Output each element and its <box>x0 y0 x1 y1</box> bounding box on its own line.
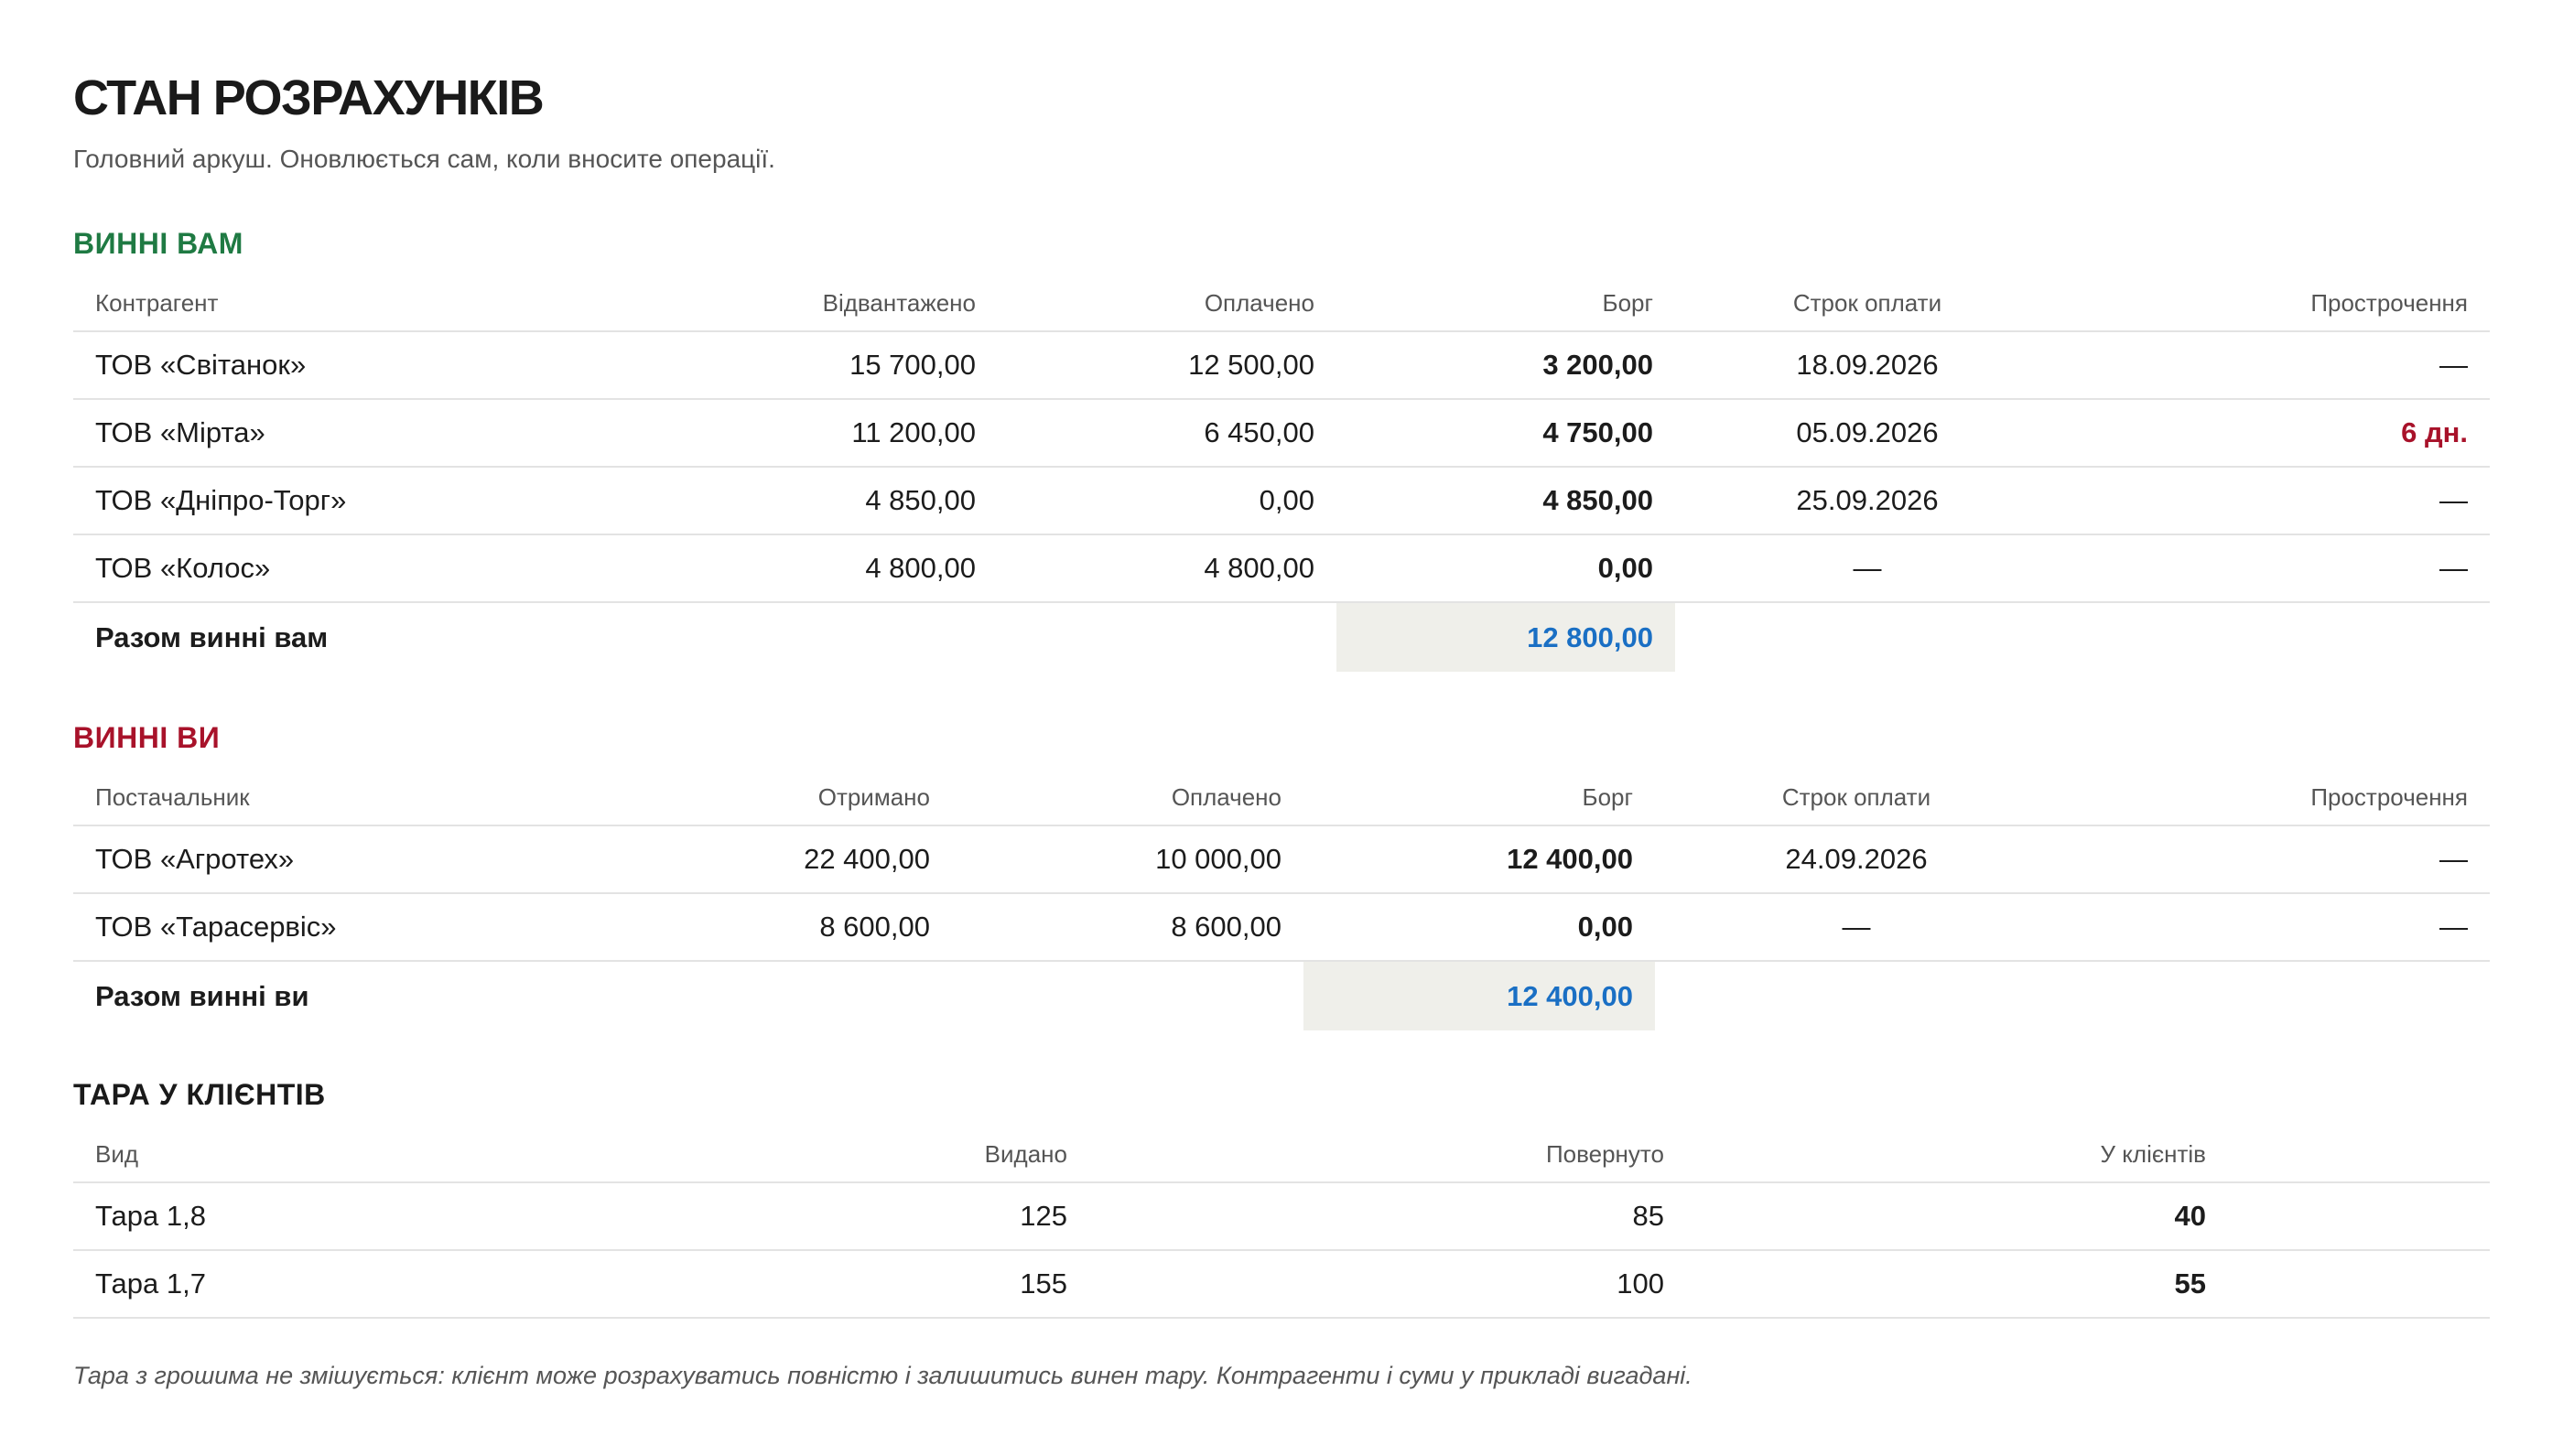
overdue-cell: 6 дн. <box>2060 399 2490 468</box>
column-header: Повернуто <box>1089 1127 1686 1183</box>
received-cell: 8 600,00 <box>659 893 952 962</box>
column-header: Борг <box>1303 771 1655 826</box>
due-date-cell: 24.09.2026 <box>1655 825 2058 894</box>
due-date-cell: 18.09.2026 <box>1675 331 2060 400</box>
due-date-cell: 05.09.2026 <box>1675 399 2060 468</box>
shipped-cell: 11 200,00 <box>659 399 998 468</box>
payables-title: ВИННІ ВИ <box>73 721 221 754</box>
column-header: Контрагент <box>73 276 659 332</box>
supplier-cell: ТОВ «Тарасервіс» <box>73 893 659 962</box>
column-header: Прострочення <box>2058 771 2490 826</box>
overdue-cell: — <box>2058 893 2490 962</box>
debt-cell: 4 750,00 <box>1336 399 1675 468</box>
page-title: СТАН РОЗРАХУНКІВ <box>73 70 545 125</box>
at-clients-cell: 40 <box>1686 1182 2228 1251</box>
column-header: Прострочення <box>2060 276 2490 332</box>
column-header: Відвантажено <box>659 276 998 332</box>
paid-cell: 0,00 <box>998 467 1336 535</box>
paid-cell: 12 500,00 <box>998 331 1336 400</box>
containers-header-row: Вид Видано Повернуто У клієнтів <box>73 1127 2490 1183</box>
due-date-cell: — <box>1675 534 2060 603</box>
column-header: Оплачено <box>952 771 1303 826</box>
containers-table: Вид Видано Повернуто У клієнтів Тара 1,8… <box>73 1127 2490 1319</box>
received-cell: 22 400,00 <box>659 825 952 894</box>
shipped-cell: 4 800,00 <box>659 534 998 603</box>
debt-cell: 12 400,00 <box>1303 825 1655 894</box>
overdue-cell: — <box>2060 534 2490 603</box>
overdue-cell: — <box>2058 825 2490 894</box>
page-subtitle: Головний аркуш. Оновлюється сам, коли вн… <box>73 145 775 173</box>
paid-cell: 8 600,00 <box>952 893 1303 962</box>
table-row: Тара 1,7 155 100 55 <box>73 1250 2490 1319</box>
overdue-cell: — <box>2060 467 2490 535</box>
overdue-cell: — <box>2060 331 2490 400</box>
container-type-cell: Тара 1,8 <box>73 1182 458 1251</box>
table-row: ТОВ «Дніпро-Торг» 4 850,00 0,00 4 850,00… <box>73 467 2490 535</box>
issued-cell: 125 <box>458 1182 1089 1251</box>
counterparty-cell: ТОВ «Дніпро-Торг» <box>73 467 659 535</box>
table-row: ТОВ «Агротех» 22 400,00 10 000,00 12 400… <box>73 825 2490 894</box>
due-date-cell: 25.09.2026 <box>1675 467 2060 535</box>
column-header: Строк оплати <box>1655 771 2058 826</box>
payables-header-row: Постачальник Отримано Оплачено Борг Стро… <box>73 771 2490 826</box>
column-header: Видано <box>458 1127 1089 1183</box>
counterparty-cell: ТОВ «Мірта» <box>73 399 659 468</box>
debt-cell: 3 200,00 <box>1336 331 1675 400</box>
shipped-cell: 4 850,00 <box>659 467 998 535</box>
returned-cell: 100 <box>1089 1250 1686 1319</box>
table-row: ТОВ «Світанок» 15 700,00 12 500,00 3 200… <box>73 331 2490 400</box>
paid-cell: 10 000,00 <box>952 825 1303 894</box>
column-header: У клієнтів <box>1686 1127 2228 1183</box>
column-header: Вид <box>73 1127 458 1183</box>
debt-cell: 0,00 <box>1303 893 1655 962</box>
total-label: Разом винні вам <box>95 620 329 653</box>
containers-title: ТАРА У КЛІЄНТІВ <box>73 1078 326 1111</box>
receivables-header-row: Контрагент Відвантажено Оплачено Борг Ст… <box>73 276 2490 332</box>
receivables-title: ВИННІ ВАМ <box>73 227 243 260</box>
footnote: Тара з грошима не змішується: клієнт мож… <box>73 1362 1692 1389</box>
total-label: Разом винні ви <box>95 979 309 1012</box>
debt-cell: 4 850,00 <box>1336 467 1675 535</box>
total-row: Разом винні ви 12 400,00 <box>73 961 2490 1030</box>
returned-cell: 85 <box>1089 1182 1686 1251</box>
payables-table: Постачальник Отримано Оплачено Борг Стро… <box>73 771 2490 1030</box>
table-row: ТОВ «Колос» 4 800,00 4 800,00 0,00 — — <box>73 534 2490 603</box>
counterparty-cell: ТОВ «Колос» <box>73 534 659 603</box>
total-row: Разом винні вам 12 800,00 <box>73 602 2490 672</box>
debt-cell: 0,00 <box>1336 534 1675 603</box>
paid-cell: 6 450,00 <box>998 399 1336 468</box>
due-date-cell: — <box>1655 893 2058 962</box>
total-value: 12 800,00 <box>1336 602 1675 672</box>
at-clients-cell: 55 <box>1686 1250 2228 1319</box>
supplier-cell: ТОВ «Агротех» <box>73 825 659 894</box>
column-header: Отримано <box>659 771 952 826</box>
container-type-cell: Тара 1,7 <box>73 1250 458 1319</box>
counterparty-cell: ТОВ «Світанок» <box>73 331 659 400</box>
table-row: Тара 1,8 125 85 40 <box>73 1182 2490 1251</box>
column-header: Борг <box>1336 276 1675 332</box>
column-header: Строк оплати <box>1675 276 2060 332</box>
column-header: Оплачено <box>998 276 1336 332</box>
shipped-cell: 15 700,00 <box>659 331 998 400</box>
paid-cell: 4 800,00 <box>998 534 1336 603</box>
column-header: Постачальник <box>73 771 659 826</box>
table-row: ТОВ «Тарасервіс» 8 600,00 8 600,00 0,00 … <box>73 893 2490 962</box>
issued-cell: 155 <box>458 1250 1089 1319</box>
total-value: 12 400,00 <box>1303 961 1655 1030</box>
table-row: ТОВ «Мірта» 11 200,00 6 450,00 4 750,00 … <box>73 399 2490 468</box>
receivables-table: Контрагент Відвантажено Оплачено Борг Ст… <box>73 276 2490 672</box>
